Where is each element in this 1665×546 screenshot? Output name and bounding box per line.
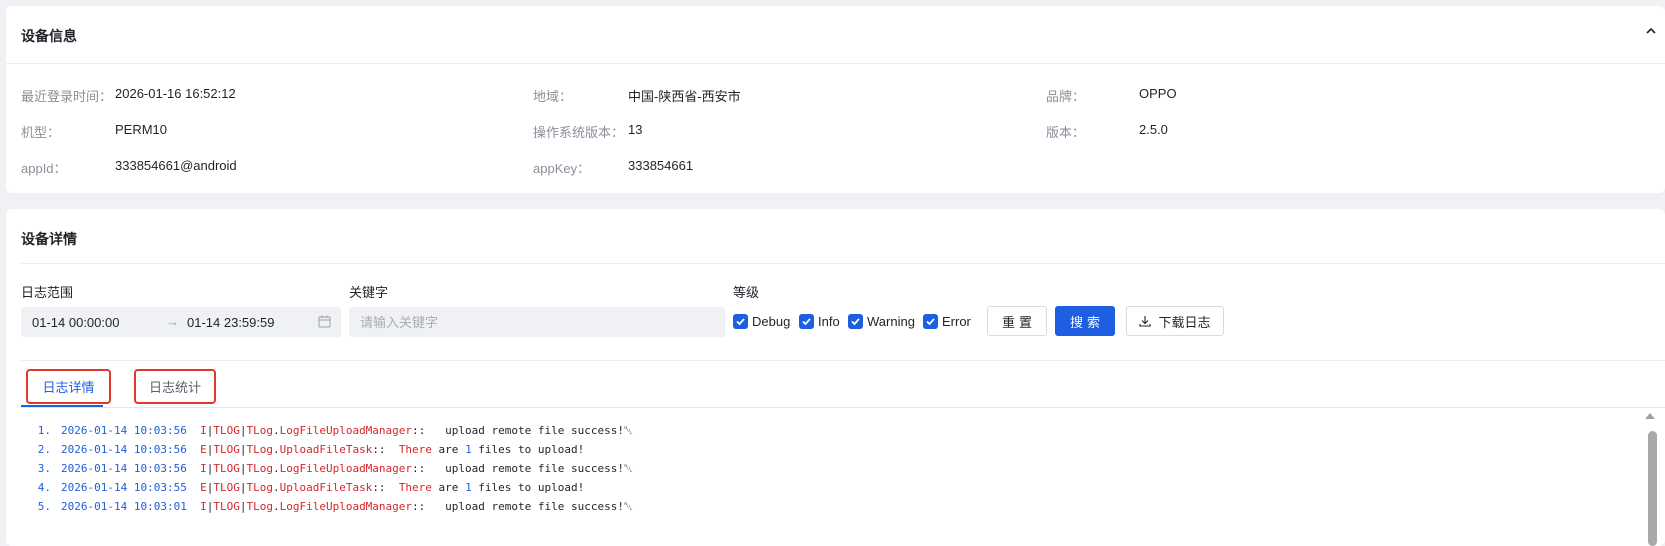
active-tab-indicator [21,405,103,407]
log-module: TLog [246,500,273,513]
scroll-up-arrow-icon[interactable] [1645,413,1655,419]
log-message: There are 1 files to upload! [398,481,585,494]
log-timestamp: 2026-01-14 10:03:01 [61,500,187,513]
download-icon [1139,316,1152,327]
log-line-number: 2. [37,443,51,456]
level-debug-label: Debug [752,314,791,329]
appkey-label: appKey： [533,161,591,176]
last-login-value: 2026-01-16 16:52:12 [115,86,236,101]
model-value: PERM10 [115,122,168,137]
device-info-title: 设备信息 [21,28,77,44]
log-message: upload remote file success!␀ [445,462,633,475]
level-warning-label: Warning [867,314,915,329]
app-version-value: 2.5.0 [1139,122,1168,137]
log-level: I [200,424,207,437]
log-timestamp: 2026-01-14 10:03:56 [61,443,187,456]
region-label: 地域： [533,89,573,104]
device-detail-title: 设备详情 [21,231,77,247]
log-list: 1. 2026-01-14 10:03:56 I|TLOG|TLog.LogFil… [21,421,1541,516]
log-class: LogFileUploadManager [279,500,413,513]
log-timestamp: 2026-01-14 10:03:56 [61,424,187,437]
log-level: E [200,443,207,456]
log-line: 2. 2026-01-14 10:03:56 E|TLOG|TLog.Upload… [21,440,1541,459]
log-line-number: 1. [37,424,51,437]
brand-value: OPPO [1139,86,1177,101]
divider [21,360,1665,361]
os-version-label: 操作系统版本： [533,125,625,140]
keyword-label: 关键字 [349,285,389,300]
divider [6,63,1665,64]
log-message: upload remote file success!␀ [445,500,633,513]
level-info-label: Info [818,314,840,329]
download-log-label: 下载日志 [1158,314,1211,330]
log-line: 3. 2026-01-14 10:03:56 I|TLOG|TLog.LogFil… [21,459,1541,478]
log-timestamp: 2026-01-14 10:03:55 [61,481,187,494]
log-tag: TLOG [213,481,240,494]
log-line-number: 5. [37,500,51,513]
range-start[interactable]: 01-14 00:00:00 [32,315,119,330]
log-class: LogFileUploadManager [279,424,413,437]
log-tag: TLOG [213,443,240,456]
app-version-label: 版本： [1046,125,1086,140]
tab-log-stats[interactable]: 日志统计 [134,369,216,404]
device-info-card: 设备信息 最近登录时间： 2026-01-16 16:52:12 地域： 中国-… [6,6,1665,193]
date-range-picker[interactable]: 01-14 00:00:00 → 01-14 23:59:59 [21,307,341,337]
log-module: TLog [246,443,273,456]
scrollbar-thumb[interactable] [1648,431,1657,546]
log-tag: TLOG [213,462,240,475]
download-log-button[interactable]: 下载日志 [1126,306,1224,336]
collapse-toggle[interactable] [1643,23,1659,39]
tab-log-detail[interactable]: 日志详情 [26,369,111,404]
log-class: LogFileUploadManager [279,462,413,475]
level-checkbox-info[interactable]: Info [799,314,840,329]
level-checkbox-debug[interactable]: Debug [733,314,790,329]
log-tag: TLOG [213,424,240,437]
appid-label: appId： [21,161,67,176]
chevron-up-icon [1646,27,1656,34]
checkbox-checked-icon[interactable] [923,314,938,329]
model-label: 机型： [21,125,61,140]
checkbox-checked-icon[interactable] [848,314,863,329]
last-login-label: 最近登录时间： [21,89,113,104]
brand-label: 品牌： [1046,89,1086,104]
log-level: E [200,481,207,494]
log-module: TLog [246,424,273,437]
level-checkbox-error[interactable]: Error [923,314,971,329]
log-line: 5. 2026-01-14 10:03:01 I|TLOG|TLog.LogFil… [21,497,1541,516]
device-detail-card: 设备详情 日志范围 关键字 等级 01-14 00:00:00 → 01-14 … [6,209,1665,546]
level-error-label: Error [942,314,971,329]
log-line: 4. 2026-01-14 10:03:55 E|TLOG|TLog.Upload… [21,478,1541,497]
keyword-input[interactable] [349,307,725,337]
appid-value: 333854661@android [115,158,237,173]
log-line-number: 3. [37,462,51,475]
log-timestamp: 2026-01-14 10:03:56 [61,462,187,475]
reset-button[interactable]: 重置 [987,306,1047,336]
log-module: TLog [246,481,273,494]
log-class: UploadFileTask [279,443,373,456]
log-range-label: 日志范围 [21,285,74,300]
checkbox-checked-icon[interactable] [799,314,814,329]
log-level: I [200,500,207,513]
os-version-value: 13 [628,122,643,137]
level-checkbox-warning[interactable]: Warning [848,314,915,329]
log-message: upload remote file success!␀ [445,424,633,437]
range-end[interactable]: 01-14 23:59:59 [187,315,274,330]
search-button[interactable]: 搜索 [1055,306,1115,336]
log-message: There are 1 files to upload! [398,443,585,456]
log-line: 1. 2026-01-14 10:03:56 I|TLOG|TLog.LogFil… [21,421,1541,440]
level-label: 等级 [733,285,760,300]
region-value: 中国-陕西省-西安市 [628,89,741,104]
log-tag: TLOG [213,500,240,513]
appkey-value: 333854661 [628,158,694,173]
divider [21,263,1665,264]
log-class: UploadFileTask [279,481,373,494]
log-module: TLog [246,462,273,475]
calendar-icon[interactable] [318,315,331,328]
log-line-number: 4. [37,481,51,494]
tabs-bottom-line [21,407,1665,408]
range-arrow-icon: → [166,314,179,329]
log-level: I [200,462,207,475]
checkbox-checked-icon[interactable] [733,314,748,329]
